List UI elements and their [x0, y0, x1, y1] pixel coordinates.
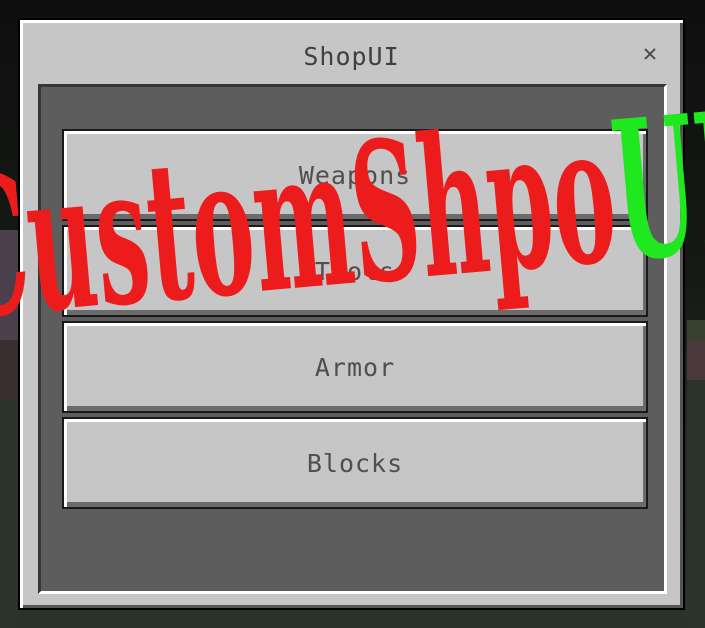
- close-icon[interactable]: ✕: [637, 40, 663, 66]
- shop-dialog: ShopUI ✕ Weapons Tools Armor Blocks: [18, 18, 685, 610]
- tools-button[interactable]: Tools: [62, 225, 648, 317]
- background-block: [687, 380, 705, 628]
- background-block: [0, 400, 18, 628]
- background-block: [687, 340, 705, 380]
- tools-button-label: Tools: [314, 256, 396, 286]
- armor-button[interactable]: Armor: [62, 321, 648, 413]
- background-block: [0, 340, 18, 400]
- button-list: Weapons Tools Armor Blocks: [62, 129, 648, 513]
- background-block: [0, 230, 18, 340]
- weapons-button[interactable]: Weapons: [62, 129, 648, 221]
- button-panel: Weapons Tools Armor Blocks: [38, 84, 667, 594]
- armor-button-label: Armor: [314, 352, 396, 382]
- dialog-title: ShopUI: [303, 42, 400, 71]
- weapons-button-label: Weapons: [298, 160, 412, 190]
- blocks-button[interactable]: Blocks: [62, 417, 648, 509]
- blocks-button-label: Blocks: [306, 448, 404, 478]
